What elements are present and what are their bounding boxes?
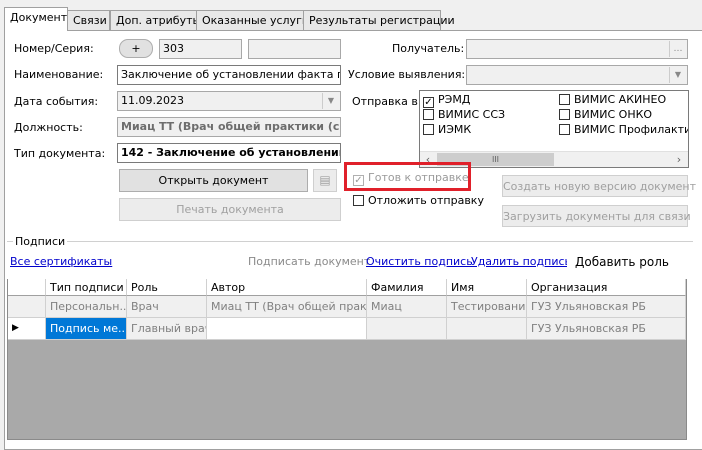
- grid-row-header-corner: [8, 279, 46, 296]
- chevron-down-icon[interactable]: ▼: [669, 67, 686, 83]
- postpone-send-label: Отложить отправку: [368, 194, 484, 207]
- position-field[interactable]: Миац ТТ (Врач общей практики (с: [117, 117, 341, 137]
- table-cell[interactable]: Миац: [367, 296, 447, 318]
- condition-label: Условие выявления:: [348, 68, 466, 81]
- print-document-button[interactable]: Печать документа: [119, 198, 341, 221]
- ready-to-send-label: Готов к отправке: [368, 171, 469, 184]
- send-to-label: Отправка в: [352, 95, 418, 108]
- clear-signature-link[interactable]: Очистить подпись: [366, 255, 473, 268]
- date-field[interactable]: 11.09.2023 ▼: [117, 91, 341, 111]
- recipient-field[interactable]: …: [466, 39, 688, 59]
- table-cell[interactable]: Тестирование: [447, 296, 527, 318]
- ready-to-send-checkbox[interactable]: ✓ Готов к отправке: [353, 171, 469, 186]
- checkbox[interactable]: [559, 124, 570, 135]
- more-icon[interactable]: …: [669, 41, 686, 57]
- upload-documents-button[interactable]: Загрузить документы для связи: [502, 205, 691, 227]
- grid-header-role[interactable]: Роль: [127, 279, 207, 296]
- grid-header-signature-type[interactable]: Тип подписи: [46, 279, 127, 296]
- table-cell[interactable]: Врач: [127, 296, 207, 318]
- send-target-label: ВИМИС АКИНЕО: [574, 93, 667, 106]
- table-cell-selected[interactable]: Подпись ме...: [46, 318, 127, 340]
- chevron-right-icon[interactable]: ›: [671, 152, 687, 167]
- table-cell[interactable]: ГУЗ Ульяновская РБ: [527, 318, 686, 340]
- checkbox[interactable]: [559, 109, 570, 120]
- table-cell[interactable]: Персональн...: [46, 296, 127, 318]
- tab-document[interactable]: Документ: [4, 7, 68, 31]
- grid-header-first-name[interactable]: Имя: [447, 279, 527, 296]
- delete-signature-link[interactable]: Удалить подпись: [471, 255, 571, 268]
- table-cell[interactable]: [207, 318, 367, 340]
- table-cell[interactable]: [447, 318, 527, 340]
- checkbox[interactable]: ✓: [353, 175, 364, 186]
- send-target-vimis-ssz[interactable]: ВИМИС ССЗ: [423, 108, 505, 121]
- document-file-icon[interactable]: ▤: [313, 169, 337, 192]
- date-label: Дата события:: [14, 95, 99, 108]
- send-target-label: РЭМД: [438, 93, 471, 106]
- send-target-remd[interactable]: ✓ РЭМД: [423, 93, 470, 108]
- grid-header-author[interactable]: Автор: [207, 279, 367, 296]
- position-label: Должность:: [14, 121, 83, 134]
- checkbox[interactable]: ✓: [423, 97, 434, 108]
- open-document-button[interactable]: Открыть документ: [119, 169, 308, 192]
- row-header-current[interactable]: ▶: [8, 318, 46, 340]
- postpone-send-checkbox[interactable]: Отложить отправку: [353, 194, 484, 207]
- all-certificates-link[interactable]: Все сертификаты: [10, 255, 112, 268]
- send-target-label: ВИМИС ССЗ: [438, 108, 506, 121]
- table-cell[interactable]: Миац ТТ (Врач общей практ...: [207, 296, 367, 318]
- send-target-vimis-onko[interactable]: ВИМИС ОНКО: [559, 108, 652, 121]
- send-targets-list[interactable]: ✓ РЭМД ВИМИС АКИНЕО ВИМИС ССЗ ВИМИС ОНКО …: [419, 90, 689, 168]
- condition-field[interactable]: ▼: [466, 65, 688, 85]
- tab-extra-attributes[interactable]: Доп. атрибуты: [110, 10, 201, 30]
- number-label: Номер/Серия:: [14, 42, 94, 55]
- create-version-button[interactable]: Создать новую версию документ: [502, 175, 696, 197]
- recipient-label: Получатель:: [392, 42, 465, 55]
- add-number-button[interactable]: +: [119, 39, 153, 58]
- number-field[interactable]: 303: [159, 39, 242, 59]
- series-field[interactable]: [248, 39, 341, 59]
- name-field[interactable]: Заключение об установлении факта поства: [117, 65, 341, 85]
- row-header[interactable]: [8, 296, 46, 318]
- doc-type-field[interactable]: 142 - Заключение об установлении: [117, 143, 341, 163]
- date-value: 11.09.2023: [121, 94, 184, 107]
- grid-header-organization[interactable]: Организация: [527, 279, 686, 296]
- send-target-label: ИЭМК: [438, 123, 472, 136]
- add-role-button[interactable]: Добавить роль: [567, 248, 677, 275]
- checkbox[interactable]: [559, 94, 570, 105]
- checkbox[interactable]: [353, 195, 364, 206]
- send-target-vimis-profilaktika[interactable]: ВИМИС Профилактика: [559, 123, 688, 136]
- tab-links[interactable]: Связи: [67, 10, 110, 30]
- send-target-label: ВИМИС ОНКО: [574, 108, 653, 121]
- table-cell[interactable]: Главный врач: [127, 318, 207, 340]
- checkbox[interactable]: [423, 124, 434, 135]
- send-target-vimis-akineo[interactable]: ВИМИС АКИНЕО: [559, 93, 666, 106]
- signatures-group-label: Подписи: [13, 235, 68, 248]
- grid-header-surname[interactable]: Фамилия: [367, 279, 447, 296]
- tab-services[interactable]: Оказанные услуги: [196, 10, 309, 30]
- tab-registration-results[interactable]: Результаты регистрации: [303, 10, 455, 30]
- name-label: Наименование:: [14, 68, 104, 81]
- checkbox[interactable]: [423, 109, 434, 120]
- sign-document-link[interactable]: Подписать документ: [248, 255, 370, 268]
- doc-type-label: Тип документа:: [14, 147, 106, 160]
- send-target-label: ВИМИС Профилактика: [574, 123, 688, 136]
- chevron-down-icon[interactable]: ▼: [322, 93, 339, 109]
- send-target-iemk[interactable]: ИЭМК: [423, 123, 471, 136]
- table-cell[interactable]: [367, 318, 447, 340]
- table-cell[interactable]: ГУЗ Ульяновская РБ: [527, 296, 686, 318]
